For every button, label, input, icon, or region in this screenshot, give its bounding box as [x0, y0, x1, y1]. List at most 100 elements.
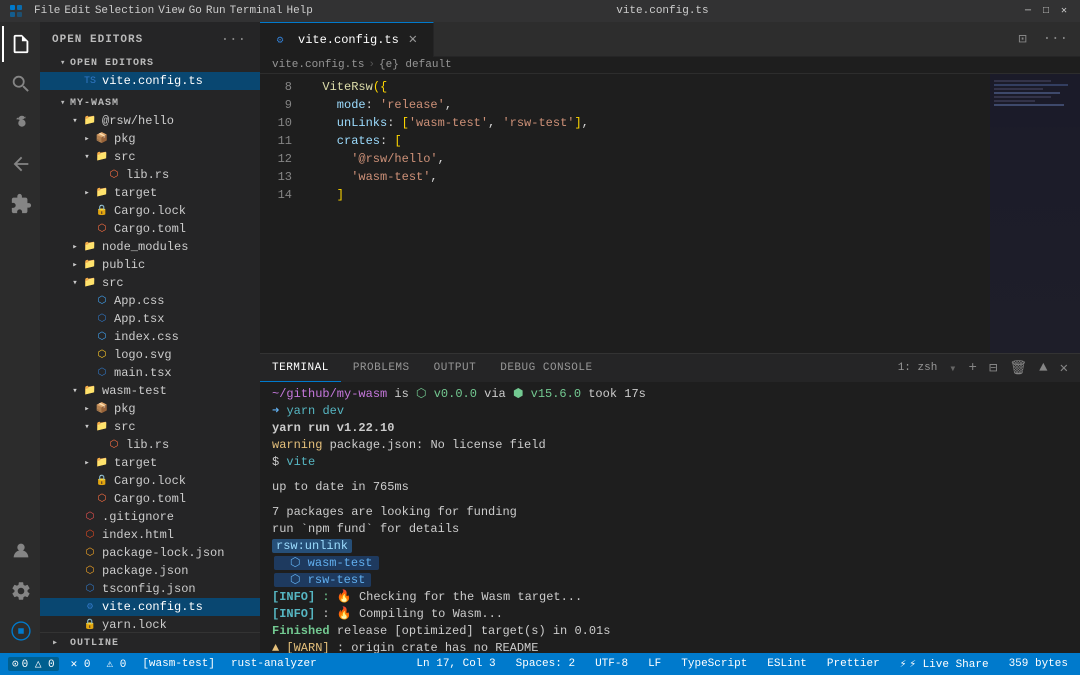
main-layout: Open Editors ··· ▾ Open Editors TS vite.…	[0, 22, 1080, 653]
tab-close-button[interactable]: ✕	[405, 32, 421, 48]
cargo-lock-1[interactable]: 🔒 Cargo.lock	[40, 202, 260, 220]
menu-edit[interactable]: Edit	[64, 5, 90, 17]
menu-file[interactable]: File	[34, 5, 60, 17]
remote-icon[interactable]	[2, 613, 38, 649]
run-debug-icon[interactable]	[2, 146, 38, 182]
eslint-status[interactable]: ESLint	[763, 658, 811, 670]
titlebar-left: File Edit Selection View Go Run Terminal…	[8, 3, 313, 19]
maximize-button[interactable]: □	[1038, 3, 1054, 19]
menu-terminal[interactable]: Terminal	[230, 5, 283, 17]
tsconfig-json[interactable]: ⬡ tsconfig.json	[40, 580, 260, 598]
spaces-status[interactable]: Spaces: 2	[512, 658, 579, 670]
lib-rs-1[interactable]: ⬡ lib.rs	[40, 166, 260, 184]
open-editor-vite-config[interactable]: TS vite.config.ts	[40, 72, 260, 90]
output-tab[interactable]: Output	[422, 354, 489, 382]
yarn-lock-label: yarn.lock	[102, 618, 167, 632]
open-editors-header[interactable]: ▾ Open Editors	[40, 54, 260, 72]
new-file-icon[interactable]: ···	[219, 30, 248, 50]
src-dir[interactable]: ▾ 📁 src	[40, 274, 260, 292]
encoding-status[interactable]: UTF-8	[591, 658, 632, 670]
terminal-body[interactable]: ~/github/my-wasm is ⬡ v0.0.0 via ⬢ v15.6…	[260, 382, 1080, 653]
rsw-target[interactable]: ▸ 📁 target	[40, 184, 260, 202]
bytes-status[interactable]: 359 bytes	[1005, 658, 1072, 670]
vite-config-ts[interactable]: ⚙ vite.config.ts	[40, 598, 260, 616]
nm-arrow: ▸	[68, 240, 82, 254]
remote-status[interactable]: ⊙ 0 △ 0	[8, 657, 59, 671]
rsw-hello-src[interactable]: ▾ 📁 src	[40, 148, 260, 166]
close-button[interactable]: ✕	[1056, 3, 1072, 19]
json-icon: ⬡	[82, 545, 98, 561]
index-html[interactable]: ⬡ index.html	[40, 526, 260, 544]
index-css[interactable]: ⬡ index.css	[40, 328, 260, 346]
minimize-button[interactable]: ─	[1020, 3, 1036, 19]
app-icon	[8, 3, 24, 19]
ac	[80, 294, 94, 308]
wasm-src[interactable]: ▾ 📁 src	[40, 418, 260, 436]
app-css[interactable]: ⬡ App.css	[40, 292, 260, 310]
code-token: :	[366, 96, 380, 114]
cargo-lock-2[interactable]: 🔒 Cargo.lock	[40, 472, 260, 490]
search-icon[interactable]	[2, 66, 38, 102]
code-content[interactable]: ViteRsw({ mode: 'release', unLinks: ['wa…	[300, 74, 990, 353]
warnings-status[interactable]: ⚠ 0	[102, 657, 130, 671]
more-actions-icon[interactable]: ···	[1039, 29, 1072, 49]
wasm-test-status[interactable]: [wasm-test]	[138, 658, 219, 670]
new-terminal-icon[interactable]: +	[965, 358, 981, 378]
settings-icon[interactable]	[2, 573, 38, 609]
code-token: crates	[308, 132, 380, 150]
errors-status[interactable]: ✕ 0	[67, 657, 95, 671]
accounts-icon[interactable]	[2, 533, 38, 569]
package-lock-json[interactable]: ⬡ package-lock.json	[40, 544, 260, 562]
breadcrumb-file[interactable]: vite.config.ts	[272, 59, 364, 71]
split-terminal-icon[interactable]: ⊟	[985, 358, 1001, 379]
rsw-hello-pkg[interactable]: ▸ 📦 pkg	[40, 130, 260, 148]
rsw-hello-dir[interactable]: ▾ 📁 @rsw/hello	[40, 112, 260, 130]
close-panel-icon[interactable]: ✕	[1056, 358, 1072, 379]
rust-analyzer-status[interactable]: rust-analyzer	[227, 658, 321, 670]
public-dir[interactable]: ▸ 📁 public	[40, 256, 260, 274]
wasm-pkg[interactable]: ▸ 📦 pkg	[40, 400, 260, 418]
yarn-lock[interactable]: 🔒 yarn.lock	[40, 616, 260, 632]
extensions-icon[interactable]	[2, 186, 38, 222]
source-control-icon[interactable]	[2, 106, 38, 142]
files-icon[interactable]	[2, 26, 38, 62]
code-line-13: 'wasm-test',	[308, 168, 990, 186]
split-editor-icon[interactable]: ⊡	[1014, 29, 1030, 50]
tab-vite-config[interactable]: ⚙ vite.config.ts ✕	[260, 22, 434, 57]
package-json[interactable]: ⬡ package.json	[40, 562, 260, 580]
menu-view[interactable]: View	[158, 5, 184, 17]
position-status[interactable]: Ln 17, Col 3	[412, 658, 499, 670]
language-status[interactable]: TypeScript	[677, 658, 751, 670]
logo-svg[interactable]: ⬡ logo.svg	[40, 346, 260, 364]
breadcrumb-symbol[interactable]: {e} default	[379, 59, 452, 71]
lib-rs-2[interactable]: ⬡ lib.rs	[40, 436, 260, 454]
my-wasm-header[interactable]: ▾ My-Wasm	[40, 94, 260, 112]
wasm-test-dir[interactable]: ▾ 📁 wasm-test	[40, 382, 260, 400]
terminal-tab[interactable]: Terminal	[260, 354, 341, 382]
debug-console-tab[interactable]: Debug Console	[488, 354, 604, 382]
app-tsx[interactable]: ⬡ App.tsx	[40, 310, 260, 328]
tab-right-actions: ⊡ ···	[1014, 29, 1080, 50]
outline-section[interactable]: ▸ OUTLINE	[40, 632, 260, 653]
problems-tab[interactable]: Problems	[341, 354, 422, 382]
kill-terminal-icon[interactable]: 🗑	[1005, 358, 1031, 379]
live-share-status[interactable]: ⚡ ⚡ Live Share	[896, 657, 993, 671]
line-ending-status[interactable]: LF	[644, 658, 665, 670]
menu-run[interactable]: Run	[206, 5, 226, 17]
prettier-status[interactable]: Prettier	[823, 658, 884, 670]
node-modules-dir[interactable]: ▸ 📁 node_modules	[40, 238, 260, 256]
cargo-toml-1[interactable]: ⬡ Cargo.toml	[40, 220, 260, 238]
code-line-12: '@rsw/hello',	[308, 150, 990, 168]
term-fund2: run `npm fund` for details	[272, 522, 459, 536]
gitignore[interactable]: ⬡ .gitignore	[40, 508, 260, 526]
terminal-line-finished-1: Finished release [optimized] target(s) i…	[272, 623, 1068, 640]
wasm-pkg-icon: 📦	[94, 401, 110, 417]
maximize-panel-icon[interactable]: ▲	[1035, 358, 1051, 378]
main-tsx[interactable]: ⬡ main.tsx	[40, 364, 260, 382]
wasm-target[interactable]: ▸ 📁 target	[40, 454, 260, 472]
menu-selection[interactable]: Selection	[95, 5, 154, 17]
cargo-toml-2[interactable]: ⬡ Cargo.toml	[40, 490, 260, 508]
open-editors-section: ▾ Open Editors TS vite.config.ts	[40, 54, 260, 90]
menu-go[interactable]: Go	[189, 5, 202, 17]
menu-help[interactable]: Help	[286, 5, 312, 17]
